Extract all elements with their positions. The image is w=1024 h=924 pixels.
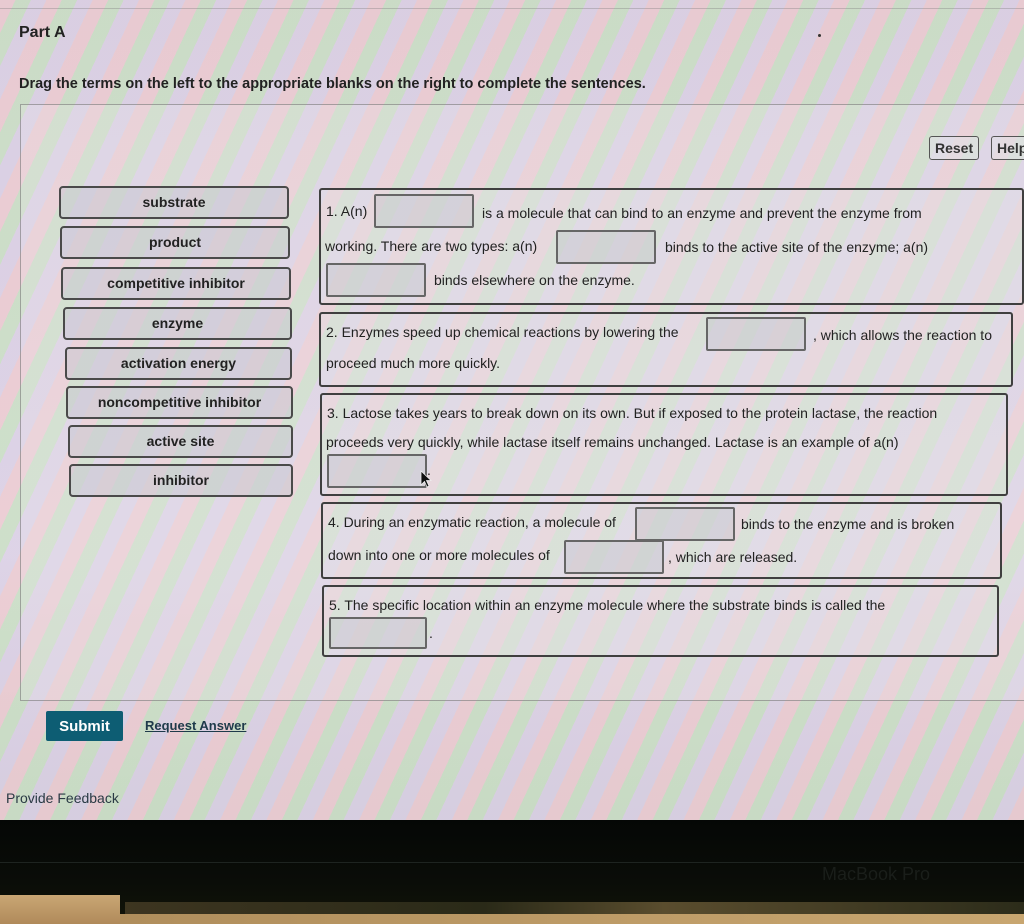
- sentence-1-text: binds elsewhere on the enzyme.: [434, 272, 635, 288]
- blank-3[interactable]: [327, 454, 427, 488]
- reset-button[interactable]: Reset: [929, 136, 980, 160]
- laptop-brand-label: MacBook Pro: [822, 864, 931, 884]
- help-button[interactable]: Help: [991, 136, 1024, 160]
- term-active-site[interactable]: active site: [68, 425, 293, 458]
- desk-surface-bottom: [120, 914, 1024, 924]
- sentence-4-text: binds to the enzyme and is broken: [741, 516, 955, 532]
- sentence-4-text: down into one or more molecules of: [328, 547, 550, 563]
- request-answer-link[interactable]: Request Answer: [145, 718, 246, 733]
- blank-2[interactable]: [706, 317, 806, 351]
- instructions-text: Drag the terms on the left to the approp…: [19, 76, 646, 92]
- sentence-1-text: is a molecule that can bind to an enzyme…: [482, 205, 922, 221]
- sentence-5-text: 5. The specific location within an enzym…: [329, 597, 886, 613]
- provide-feedback-link[interactable]: Provide Feedback: [6, 790, 119, 806]
- term-activation-energy[interactable]: activation energy: [65, 347, 292, 380]
- submit-button[interactable]: Submit: [46, 711, 123, 741]
- blank-4a[interactable]: [635, 507, 735, 541]
- term-enzyme[interactable]: enzyme: [63, 307, 292, 340]
- sentence-1-text: 1. A(n): [326, 203, 368, 219]
- blank-4b[interactable]: [564, 540, 664, 574]
- sentence-1-text: working. There are two types: a(n): [325, 238, 538, 254]
- sentence-1-text: binds to the active site of the enzyme; …: [665, 239, 929, 255]
- sentence-3-text: 3. Lactose takes years to break down on …: [327, 405, 938, 421]
- sentence-3-text: proceeds very quickly, while lactase its…: [326, 434, 899, 450]
- desk-surface: [0, 895, 120, 924]
- sentence-2-text: , which allows the reaction to: [813, 327, 992, 343]
- term-inhibitor[interactable]: inhibitor: [69, 464, 293, 497]
- blank-1b[interactable]: [556, 230, 656, 264]
- blank-1a[interactable]: [374, 194, 474, 228]
- part-title: Part A: [19, 24, 66, 41]
- mouse-pointer-icon: [420, 470, 432, 488]
- bezel-edge: [0, 862, 1024, 863]
- sentence-4-text: 4. During an enzymatic reaction, a molec…: [328, 514, 616, 530]
- sentence-2-text: 2. Enzymes speed up chemical reactions b…: [326, 324, 679, 340]
- blank-1c[interactable]: [326, 263, 426, 297]
- top-divider: [0, 8, 1024, 9]
- term-noncompetitive-inhibitor[interactable]: noncompetitive inhibitor: [66, 386, 293, 419]
- sentence-4-text: , which are released.: [668, 549, 798, 565]
- term-substrate[interactable]: substrate: [59, 186, 289, 219]
- blank-5[interactable]: [329, 617, 427, 649]
- term-competitive-inhibitor[interactable]: competitive inhibitor: [61, 267, 291, 300]
- sentence-2-text: proceed much more quickly.: [326, 355, 501, 371]
- sentence-5-text: .: [429, 625, 433, 641]
- term-product[interactable]: product: [60, 226, 290, 259]
- stray-dot: [818, 34, 821, 37]
